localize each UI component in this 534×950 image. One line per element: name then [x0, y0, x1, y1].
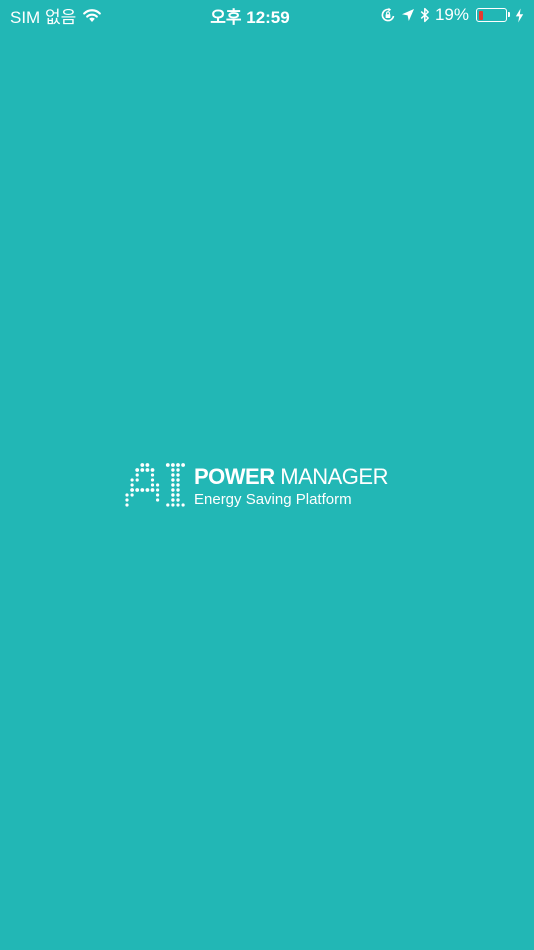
logo-dot [125, 493, 129, 497]
logo-dot [130, 478, 134, 482]
logo-dot [176, 488, 180, 492]
logo-dot [140, 463, 145, 467]
logo-dot [130, 488, 134, 492]
battery-icon [476, 8, 510, 22]
logo-dot [135, 488, 140, 492]
logo-dot [150, 468, 155, 472]
logo-dot [130, 493, 134, 497]
status-time: 오후 12:59 [210, 7, 290, 27]
logo-dot [135, 468, 140, 472]
orientation-lock-icon [380, 7, 396, 23]
wifi-icon [82, 8, 102, 23]
battery-percent: 19% [434, 5, 469, 24]
logo-dot [171, 478, 175, 482]
logo-dot [176, 478, 180, 482]
logo-dot [140, 468, 145, 472]
charging-bolt-icon [515, 8, 524, 23]
logo-dot [145, 463, 150, 467]
logo-dot [156, 488, 160, 492]
app-logo: POWER MANAGER Energy Saving Platform [124, 462, 414, 514]
logo-dot [171, 498, 175, 502]
battery-level-fill [478, 10, 484, 20]
bluetooth-icon [420, 7, 430, 23]
logo-dot [125, 503, 129, 507]
brand-name-light: MANAGER [280, 464, 388, 489]
brand-name-bold: POWER [194, 464, 275, 489]
tagline: Energy Saving Platform [194, 491, 352, 508]
brand-name: POWER MANAGER [194, 465, 388, 489]
logo-dot [150, 473, 155, 477]
logo-dot [176, 498, 180, 502]
logo-dot [156, 483, 160, 487]
status-bar: SIM 없음 오후 12:59 19% [0, 0, 534, 30]
logo-dot [176, 503, 180, 507]
logo-dot [181, 463, 185, 467]
logo-dot [145, 468, 150, 472]
logo-dot [176, 463, 180, 467]
logo-dot [176, 483, 180, 487]
logo-dot [150, 478, 155, 482]
logo-dot [176, 473, 180, 477]
logo-dot [171, 493, 175, 497]
logo-dot [125, 498, 129, 502]
logo-dot [165, 463, 170, 467]
ai-dot-matrix-logo-mark [125, 463, 185, 507]
logo-dot [176, 493, 180, 497]
logo-dot [181, 503, 185, 507]
logo-dot [130, 483, 134, 487]
logo-dot [171, 488, 175, 492]
logo-dot [171, 473, 175, 477]
logo-dot [135, 473, 139, 477]
logo-dot [150, 483, 155, 487]
logo-dot [166, 503, 170, 507]
logo-dot [171, 463, 175, 467]
logo-dot [171, 503, 175, 507]
logo-dot [176, 468, 180, 472]
logo-dot [135, 478, 139, 482]
logo-dot [171, 468, 175, 472]
carrier-label: SIM 없음 [10, 7, 77, 27]
status-bar-right: 19% [380, 5, 524, 25]
logo-dot [150, 488, 155, 492]
logo-dot [156, 493, 160, 497]
logo-text-block: POWER MANAGER Energy Saving Platform [194, 465, 388, 510]
logo-dot [145, 488, 150, 492]
location-arrow-icon [401, 8, 415, 22]
logo-dot [156, 498, 160, 502]
logo-dot [171, 483, 175, 487]
logo-dot [140, 488, 145, 492]
